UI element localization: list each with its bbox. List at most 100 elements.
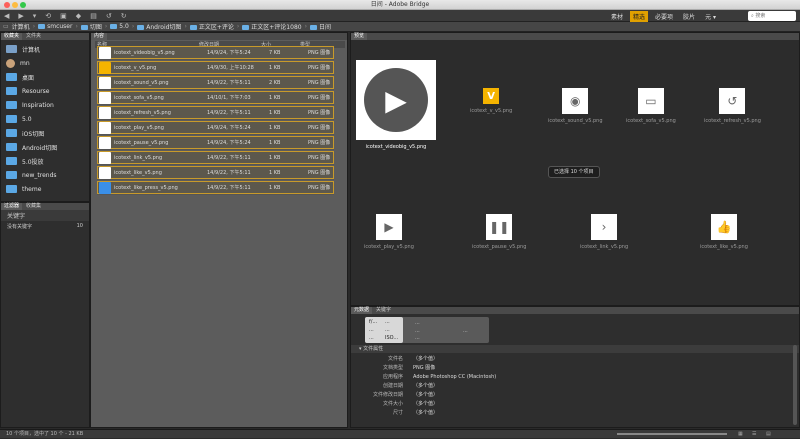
tab-folders[interactable]: 文件夹	[23, 33, 44, 40]
breadcrumb-item[interactable]: 计算机	[12, 22, 30, 31]
thumbnail[interactable]: ↺icotext_refresh_v5.png	[704, 88, 761, 124]
metadata-key: 创建日期	[351, 382, 413, 391]
workspace-item[interactable]: 必要项	[652, 11, 676, 22]
refine-icon[interactable]: ◆	[76, 12, 81, 20]
thumbnail[interactable]: ▭icotext_sofa_v5.png	[626, 88, 676, 124]
rotate-left-icon[interactable]: ↺	[106, 12, 112, 20]
metadata-scrollbar[interactable]	[793, 345, 797, 425]
tab-content[interactable]: 内容	[91, 33, 107, 40]
favorite-item[interactable]: 5.0	[1, 112, 89, 126]
file-row[interactable]: icotext_like_v5.png14/9/22, 下午5:111 KBPN…	[97, 166, 334, 180]
file-type: PNG 图像	[308, 49, 330, 56]
folder-icon	[6, 73, 17, 81]
file-row[interactable]: icotext_play_v5.png14/9/24, 下午5:241 KBPN…	[97, 121, 334, 135]
favorite-item[interactable]: 计算机	[1, 42, 89, 56]
file-row[interactable]: icotext_link_v5.png14/9/22, 下午5:111 KBPN…	[97, 151, 334, 165]
metadata-row: 创建日期（多个值）	[351, 382, 791, 391]
up-folder-icon[interactable]: ▾	[33, 12, 37, 20]
favorite-item[interactable]: new_trends	[1, 168, 89, 182]
breadcrumb-item[interactable]: 正文区+评论	[190, 22, 234, 31]
filter-section-header[interactable]: 关键字	[1, 210, 89, 221]
tab-filter[interactable]: 过滤器	[1, 203, 22, 210]
zoom-window-button[interactable]	[20, 2, 26, 8]
tab-favorites[interactable]: 收藏夹	[1, 33, 22, 40]
filter-panel: 过滤器收藏集 关键字 没有关键字10	[0, 202, 90, 428]
file-row[interactable]: icotext_pause_v5.png14/9/24, 下午5:241 KBP…	[97, 136, 334, 150]
favorite-item[interactable]: mn	[1, 56, 89, 70]
breadcrumb-item[interactable]: 正文区+评论1080	[242, 22, 301, 31]
window-title: 日间 - Adobe Bridge	[371, 1, 429, 8]
workspace-item[interactable]: 精选	[630, 11, 648, 22]
workspace-item[interactable]: 素材	[608, 11, 626, 22]
computer-icon: ▭	[3, 23, 9, 30]
tab-preview[interactable]: 预览	[351, 33, 367, 40]
thumbnail[interactable]: ◉icotext_sound_v5.png	[548, 88, 603, 124]
thumbnail-label: icotext_sound_v5.png	[548, 118, 603, 124]
metadata-row: 文件修改日期（多个值）	[351, 391, 791, 400]
thumbnail[interactable]: ❚❚icotext_pause_v5.png	[472, 214, 526, 250]
file-row[interactable]: icotext_sofa_v5.png14/10/1, 下午7:031 KBPN…	[97, 91, 334, 105]
thumbnail[interactable]: ›icotext_link_v5.png	[580, 214, 628, 250]
thumbnail-label: icotext_v_v5.png	[470, 108, 512, 114]
thumbnail-image: ▭	[638, 88, 664, 114]
app-toolbar: ◀ ▶ ▾ ⟲ ▣ ◆ ▤ ↺ ↻ 素材 精选 必要项 胶片 元 ▾ ⌕ 搜索	[0, 10, 800, 22]
open-photoshop-icon[interactable]: ▤	[90, 12, 97, 20]
back-icon[interactable]: ◀	[4, 12, 9, 20]
history-icon[interactable]: ⟲	[45, 12, 51, 20]
folder-icon	[110, 24, 117, 29]
placard-value: ...	[385, 319, 390, 325]
close-window-button[interactable]	[4, 2, 10, 8]
file-date: 14/9/22, 下午5:11	[207, 154, 251, 161]
favorite-item[interactable]: iOS切图	[1, 126, 89, 140]
favorite-item[interactable]: Inspiration	[1, 98, 89, 112]
file-size: 2 KB	[269, 80, 280, 86]
favorite-item[interactable]: Android切图	[1, 140, 89, 154]
search-input[interactable]: ⌕ 搜索	[748, 11, 796, 21]
file-size: 1 KB	[269, 170, 280, 176]
breadcrumb-item[interactable]: 5.0	[110, 23, 129, 30]
workspace-item[interactable]: 元 ▾	[702, 11, 719, 22]
file-row[interactable]: icotext_v_v5.png14/9/30, 上午10:281 KBPNG …	[97, 61, 334, 75]
status-bar: 10 个项目，选中了 10 个 - 21 KB ▦ ☰ ▤	[0, 429, 800, 438]
file-name: icotext_videobig_v5.png	[114, 50, 175, 56]
favorite-item[interactable]: theme	[1, 182, 89, 196]
file-name: icotext_link_v5.png	[114, 155, 162, 161]
file-name: icotext_v_v5.png	[114, 65, 156, 71]
thumbnail-label: icotext_link_v5.png	[580, 244, 628, 250]
refresh-icon	[99, 107, 111, 119]
filter-row[interactable]: 没有关键字10	[1, 221, 89, 232]
breadcrumb-item[interactable]: smcuser	[38, 23, 72, 30]
breadcrumb-item[interactable]: Android切图	[137, 22, 181, 31]
thumbnail-size-slider[interactable]	[617, 433, 727, 435]
file-date: 14/9/22, 下午5:11	[207, 169, 251, 176]
breadcrumb-item[interactable]: 日间	[310, 22, 331, 31]
tab-collections[interactable]: 收藏集	[23, 203, 44, 210]
file-row[interactable]: icotext_refresh_v5.png14/9/22, 下午5:111 K…	[97, 106, 334, 120]
placard-value: ...	[369, 327, 374, 333]
rotate-right-icon[interactable]: ↻	[121, 12, 127, 20]
breadcrumb-item[interactable]: 切图	[81, 22, 102, 31]
file-date: 14/9/30, 上午10:28	[207, 64, 254, 71]
play-circle-icon	[99, 47, 111, 59]
selection-badge: 已选择 10 个项目	[548, 166, 600, 178]
thumbnail[interactable]: Vicotext_v_v5.png	[470, 88, 512, 114]
camera-icon[interactable]: ▣	[60, 12, 67, 20]
forward-icon[interactable]: ▶	[18, 12, 23, 20]
tab-keywords[interactable]: 关键字	[373, 307, 394, 314]
favorite-item[interactable]: 5.0投放	[1, 154, 89, 168]
minimize-window-button[interactable]	[12, 2, 18, 8]
file-row[interactable]: icotext_sound_v5.png14/9/22, 下午5:112 KBP…	[97, 76, 334, 90]
tab-metadata[interactable]: 元数据	[351, 307, 372, 314]
favorite-item[interactable]: 桌面	[1, 70, 89, 84]
file-row[interactable]: icotext_like_press_v5.png14/9/22, 下午5:11…	[97, 181, 334, 195]
metadata-rows: 文件名（多个值）文档类型PNG 图像应用程序Adobe Photoshop CC…	[351, 355, 791, 418]
thumbnail[interactable]: 👍icotext_like_v5.png	[700, 214, 748, 250]
file-row[interactable]: icotext_videobig_v5.png14/9/24, 下午5:247 …	[97, 46, 334, 60]
thumbnail[interactable]: ▶icotext_play_v5.png	[364, 214, 414, 250]
file-properties-header[interactable]: ▾ 文件属性	[351, 345, 799, 353]
thumbnail[interactable]: ▶icotext_videobig_v5.png	[356, 60, 436, 150]
favorite-item[interactable]: Resourse	[1, 84, 89, 98]
workspace-item[interactable]: 胶片	[680, 11, 698, 22]
placard-value: ...	[415, 320, 420, 326]
placard-value: ...	[369, 335, 374, 341]
